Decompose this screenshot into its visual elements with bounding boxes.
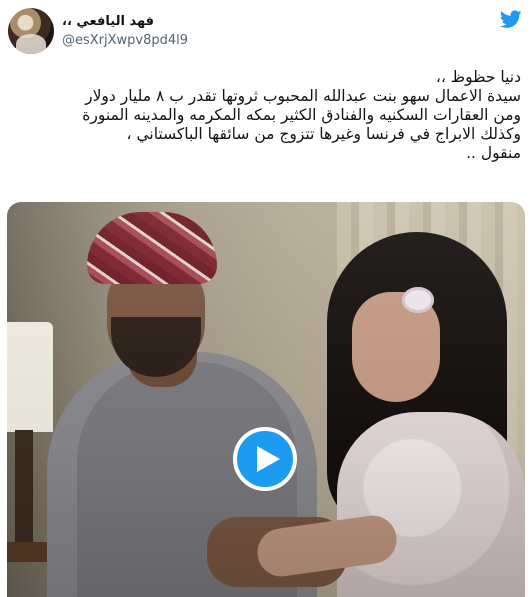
tweet-text-line: منقول .. bbox=[466, 144, 521, 162]
tweet-text-line: وكذلك الابراج في فرنسا وغيرها تتزوج من س… bbox=[126, 125, 521, 143]
tweet-text-line: دنيا حظوظ ،، bbox=[435, 68, 521, 86]
author-handle[interactable]: @esXrjXwpv8pd4l9 bbox=[62, 33, 302, 48]
tweet-text: دنيا حظوظ ،، سيدة الاعمال سهو بنت عبدالل… bbox=[9, 68, 521, 163]
play-icon bbox=[256, 446, 280, 472]
tweet-text-line: ومن العقارات السكنيه والفنادق الكثير بمك… bbox=[82, 106, 521, 124]
tweet-text-line: سيدة الاعمال سهو بنت عبدالله المحبوب ثرو… bbox=[85, 87, 521, 105]
twitter-bird-icon[interactable] bbox=[500, 10, 522, 29]
tweet-card: فهد اليافعي ،، @esXrjXwpv8pd4l9 دنيا حظو… bbox=[0, 0, 531, 597]
play-button[interactable] bbox=[233, 427, 297, 491]
tweet-header: فهد اليافعي ،، @esXrjXwpv8pd4l9 bbox=[0, 0, 531, 62]
author-display-name[interactable]: فهد اليافعي ،، bbox=[62, 14, 302, 29]
avatar[interactable] bbox=[8, 8, 54, 54]
video-shading bbox=[7, 202, 525, 597]
video-thumbnail[interactable] bbox=[7, 202, 525, 597]
author-info[interactable]: فهد اليافعي ،، @esXrjXwpv8pd4l9 bbox=[62, 14, 302, 48]
